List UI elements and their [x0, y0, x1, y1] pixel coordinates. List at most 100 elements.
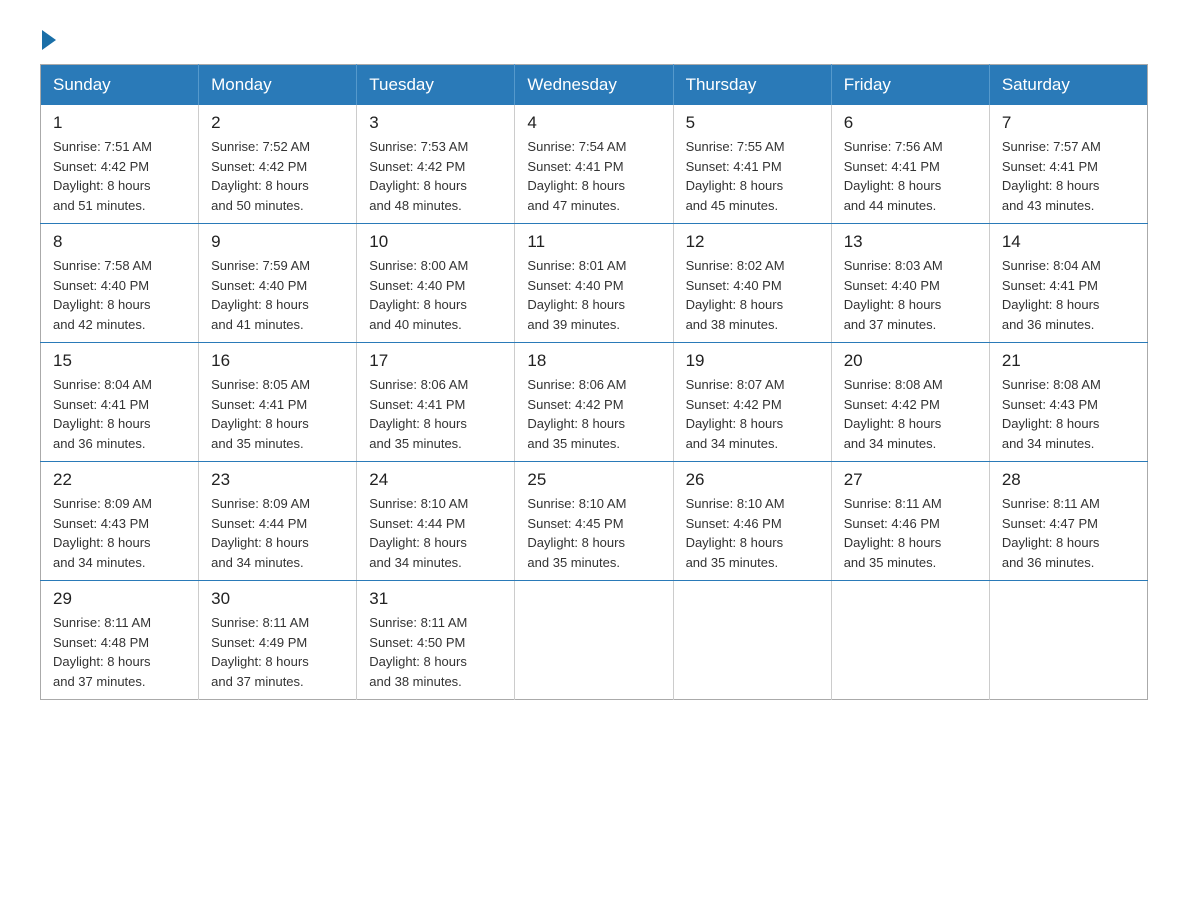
calendar-cell: 20 Sunrise: 8:08 AMSunset: 4:42 PMDayligh… [831, 343, 989, 462]
calendar-week-row: 8 Sunrise: 7:58 AMSunset: 4:40 PMDaylight… [41, 224, 1148, 343]
day-number: 26 [686, 470, 819, 490]
calendar-cell: 24 Sunrise: 8:10 AMSunset: 4:44 PMDayligh… [357, 462, 515, 581]
calendar-cell [673, 581, 831, 700]
day-info: Sunrise: 8:00 AMSunset: 4:40 PMDaylight:… [369, 256, 502, 334]
day-info: Sunrise: 8:10 AMSunset: 4:46 PMDaylight:… [686, 494, 819, 572]
calendar-cell: 19 Sunrise: 8:07 AMSunset: 4:42 PMDayligh… [673, 343, 831, 462]
calendar-week-row: 1 Sunrise: 7:51 AMSunset: 4:42 PMDaylight… [41, 105, 1148, 224]
day-number: 14 [1002, 232, 1135, 252]
day-number: 8 [53, 232, 186, 252]
calendar-cell: 16 Sunrise: 8:05 AMSunset: 4:41 PMDayligh… [199, 343, 357, 462]
day-info: Sunrise: 8:10 AMSunset: 4:44 PMDaylight:… [369, 494, 502, 572]
day-info: Sunrise: 8:08 AMSunset: 4:43 PMDaylight:… [1002, 375, 1135, 453]
weekday-header-row: Sunday Monday Tuesday Wednesday Thursday… [41, 65, 1148, 106]
day-number: 30 [211, 589, 344, 609]
day-info: Sunrise: 8:01 AMSunset: 4:40 PMDaylight:… [527, 256, 660, 334]
day-number: 15 [53, 351, 186, 371]
calendar-cell: 28 Sunrise: 8:11 AMSunset: 4:47 PMDayligh… [989, 462, 1147, 581]
day-number: 12 [686, 232, 819, 252]
calendar-cell: 1 Sunrise: 7:51 AMSunset: 4:42 PMDaylight… [41, 105, 199, 224]
day-info: Sunrise: 8:03 AMSunset: 4:40 PMDaylight:… [844, 256, 977, 334]
day-info: Sunrise: 8:10 AMSunset: 4:45 PMDaylight:… [527, 494, 660, 572]
calendar-week-row: 29 Sunrise: 8:11 AMSunset: 4:48 PMDayligh… [41, 581, 1148, 700]
calendar-cell: 25 Sunrise: 8:10 AMSunset: 4:45 PMDayligh… [515, 462, 673, 581]
calendar-cell: 11 Sunrise: 8:01 AMSunset: 4:40 PMDayligh… [515, 224, 673, 343]
day-info: Sunrise: 8:09 AMSunset: 4:44 PMDaylight:… [211, 494, 344, 572]
calendar-cell: 14Sunrise: 8:04 AMSunset: 4:41 PMDayligh… [989, 224, 1147, 343]
calendar-cell: 5 Sunrise: 7:55 AMSunset: 4:41 PMDaylight… [673, 105, 831, 224]
calendar-cell: 17Sunrise: 8:06 AMSunset: 4:41 PMDayligh… [357, 343, 515, 462]
calendar-cell [831, 581, 989, 700]
calendar-cell [989, 581, 1147, 700]
day-info: Sunrise: 8:11 AMSunset: 4:47 PMDaylight:… [1002, 494, 1135, 572]
day-number: 24 [369, 470, 502, 490]
calendar-cell: 4 Sunrise: 7:54 AMSunset: 4:41 PMDaylight… [515, 105, 673, 224]
header-sunday: Sunday [41, 65, 199, 106]
day-number: 21 [1002, 351, 1135, 371]
day-number: 22 [53, 470, 186, 490]
day-info: Sunrise: 7:53 AMSunset: 4:42 PMDaylight:… [369, 137, 502, 215]
header-monday: Monday [199, 65, 357, 106]
calendar-cell: 18Sunrise: 8:06 AMSunset: 4:42 PMDayligh… [515, 343, 673, 462]
day-number: 23 [211, 470, 344, 490]
calendar-cell: 3 Sunrise: 7:53 AMSunset: 4:42 PMDaylight… [357, 105, 515, 224]
day-number: 10 [369, 232, 502, 252]
day-number: 29 [53, 589, 186, 609]
calendar-cell: 26 Sunrise: 8:10 AMSunset: 4:46 PMDayligh… [673, 462, 831, 581]
day-info: Sunrise: 8:04 AMSunset: 4:41 PMDaylight:… [53, 375, 186, 453]
day-info: Sunrise: 7:56 AMSunset: 4:41 PMDaylight:… [844, 137, 977, 215]
calendar-cell: 13Sunrise: 8:03 AMSunset: 4:40 PMDayligh… [831, 224, 989, 343]
day-number: 3 [369, 113, 502, 133]
calendar-cell: 8 Sunrise: 7:58 AMSunset: 4:40 PMDaylight… [41, 224, 199, 343]
day-number: 5 [686, 113, 819, 133]
calendar-cell [515, 581, 673, 700]
calendar-cell: 31Sunrise: 8:11 AMSunset: 4:50 PMDayligh… [357, 581, 515, 700]
day-info: Sunrise: 7:51 AMSunset: 4:42 PMDaylight:… [53, 137, 186, 215]
calendar-cell: 12 Sunrise: 8:02 AMSunset: 4:40 PMDayligh… [673, 224, 831, 343]
day-info: Sunrise: 8:11 AMSunset: 4:49 PMDaylight:… [211, 613, 344, 691]
day-info: Sunrise: 8:11 AMSunset: 4:48 PMDaylight:… [53, 613, 186, 691]
calendar-cell: 27Sunrise: 8:11 AMSunset: 4:46 PMDayligh… [831, 462, 989, 581]
calendar-cell: 23 Sunrise: 8:09 AMSunset: 4:44 PMDayligh… [199, 462, 357, 581]
logo-arrow-icon [42, 30, 56, 50]
logo [40, 30, 58, 44]
calendar-cell: 30 Sunrise: 8:11 AMSunset: 4:49 PMDayligh… [199, 581, 357, 700]
day-number: 6 [844, 113, 977, 133]
day-info: Sunrise: 8:08 AMSunset: 4:42 PMDaylight:… [844, 375, 977, 453]
day-number: 28 [1002, 470, 1135, 490]
day-number: 16 [211, 351, 344, 371]
day-number: 2 [211, 113, 344, 133]
day-info: Sunrise: 8:05 AMSunset: 4:41 PMDaylight:… [211, 375, 344, 453]
day-info: Sunrise: 7:57 AMSunset: 4:41 PMDaylight:… [1002, 137, 1135, 215]
day-info: Sunrise: 8:06 AMSunset: 4:42 PMDaylight:… [527, 375, 660, 453]
calendar-cell: 7 Sunrise: 7:57 AMSunset: 4:41 PMDaylight… [989, 105, 1147, 224]
day-number: 31 [369, 589, 502, 609]
day-info: Sunrise: 8:11 AMSunset: 4:46 PMDaylight:… [844, 494, 977, 572]
calendar-week-row: 15 Sunrise: 8:04 AMSunset: 4:41 PMDayligh… [41, 343, 1148, 462]
header-saturday: Saturday [989, 65, 1147, 106]
calendar-cell: 29 Sunrise: 8:11 AMSunset: 4:48 PMDayligh… [41, 581, 199, 700]
day-number: 4 [527, 113, 660, 133]
day-number: 7 [1002, 113, 1135, 133]
day-number: 20 [844, 351, 977, 371]
day-number: 9 [211, 232, 344, 252]
calendar-table: Sunday Monday Tuesday Wednesday Thursday… [40, 64, 1148, 700]
page-header [40, 30, 1148, 44]
day-info: Sunrise: 8:09 AMSunset: 4:43 PMDaylight:… [53, 494, 186, 572]
header-friday: Friday [831, 65, 989, 106]
day-info: Sunrise: 8:06 AMSunset: 4:41 PMDaylight:… [369, 375, 502, 453]
day-info: Sunrise: 8:07 AMSunset: 4:42 PMDaylight:… [686, 375, 819, 453]
day-number: 19 [686, 351, 819, 371]
day-info: Sunrise: 7:54 AMSunset: 4:41 PMDaylight:… [527, 137, 660, 215]
day-number: 25 [527, 470, 660, 490]
day-info: Sunrise: 7:55 AMSunset: 4:41 PMDaylight:… [686, 137, 819, 215]
day-info: Sunrise: 7:59 AMSunset: 4:40 PMDaylight:… [211, 256, 344, 334]
day-number: 1 [53, 113, 186, 133]
day-number: 11 [527, 232, 660, 252]
calendar-cell: 15 Sunrise: 8:04 AMSunset: 4:41 PMDayligh… [41, 343, 199, 462]
day-info: Sunrise: 7:52 AMSunset: 4:42 PMDaylight:… [211, 137, 344, 215]
day-info: Sunrise: 7:58 AMSunset: 4:40 PMDaylight:… [53, 256, 186, 334]
day-info: Sunrise: 8:02 AMSunset: 4:40 PMDaylight:… [686, 256, 819, 334]
calendar-cell: 21 Sunrise: 8:08 AMSunset: 4:43 PMDayligh… [989, 343, 1147, 462]
header-tuesday: Tuesday [357, 65, 515, 106]
